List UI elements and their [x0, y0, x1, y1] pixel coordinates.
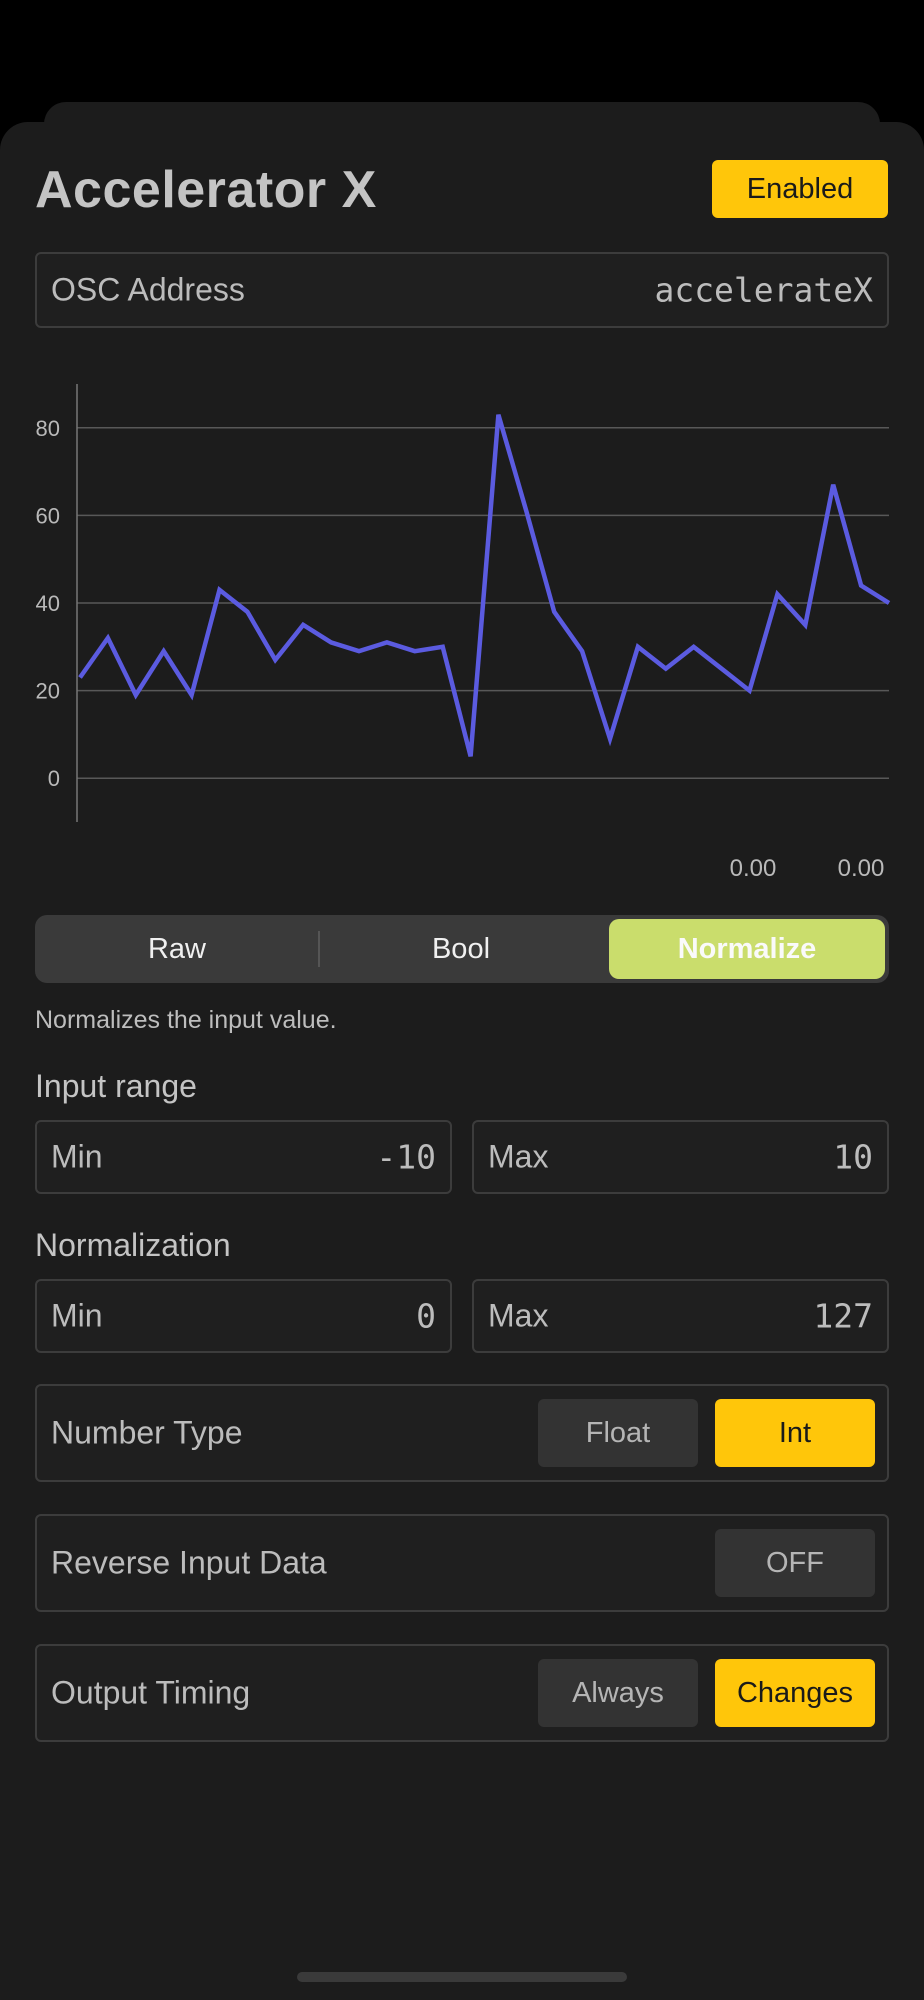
home-indicator [297, 1972, 627, 1982]
input-max-value[interactable]: 10 [833, 1138, 873, 1177]
osc-address-label: OSC Address [51, 271, 245, 308]
number-type-int-button[interactable]: Int [715, 1399, 875, 1467]
number-type-row: Number Type Float Int [35, 1384, 889, 1482]
input-min-value[interactable]: -10 [376, 1138, 436, 1177]
reverse-input-toggle[interactable]: OFF [715, 1529, 875, 1597]
normalization-min-field[interactable]: Min 0 [35, 1279, 452, 1353]
output-timing-row: Output Timing Always Changes [35, 1644, 889, 1742]
reverse-input-row: Reverse Input Data OFF [35, 1514, 889, 1612]
enabled-toggle-button[interactable]: Enabled [712, 160, 888, 218]
y-tick-label: 20 [36, 679, 60, 704]
mode-option-raw[interactable]: Raw [39, 919, 315, 979]
number-type-label: Number Type [51, 1414, 243, 1451]
y-tick-labels: 80 60 40 20 0 [36, 416, 60, 791]
osc-address-field[interactable]: OSC Address accelerateX [35, 252, 889, 328]
readout-value-1: 0.00 [730, 855, 777, 882]
input-max-label: Max [488, 1138, 549, 1175]
normalization-title: Normalization [35, 1227, 231, 1263]
osc-address-value[interactable]: accelerateX [654, 271, 873, 310]
mode-segmented-control: Raw Bool Normalize [35, 915, 889, 983]
output-timing-label: Output Timing [51, 1674, 251, 1711]
output-timing-changes-button[interactable]: Changes [715, 1659, 875, 1727]
output-timing-always-button[interactable]: Always [538, 1659, 698, 1727]
page-title: Accelerator X [35, 161, 377, 219]
signal-chart: 80 60 40 20 0 0.00 0.00 [36, 384, 891, 882]
reverse-input-label: Reverse Input Data [51, 1544, 327, 1581]
input-range-title: Input range [35, 1068, 197, 1104]
input-min-label: Min [51, 1138, 103, 1175]
mode-option-bool[interactable]: Bool [323, 919, 599, 979]
normalization-max-field[interactable]: Max 127 [472, 1279, 889, 1353]
normalization-min-value[interactable]: 0 [416, 1297, 436, 1336]
series-line [78, 414, 891, 757]
input-max-field[interactable]: Max 10 [472, 1120, 889, 1194]
y-tick-label: 80 [36, 416, 60, 441]
normalization-max-label: Max [488, 1297, 549, 1334]
mode-description: Normalizes the input value. [35, 1006, 337, 1034]
y-tick-label: 60 [36, 503, 60, 528]
y-tick-label: 0 [48, 766, 60, 791]
y-tick-label: 40 [36, 591, 60, 616]
segment-divider [318, 931, 320, 967]
input-min-field[interactable]: Min -10 [35, 1120, 452, 1194]
normalization-min-label: Min [51, 1297, 103, 1334]
number-type-float-button[interactable]: Float [538, 1399, 698, 1467]
mode-option-normalize[interactable]: Normalize [609, 919, 885, 979]
normalization-max-value[interactable]: 127 [813, 1297, 873, 1336]
readout-value-2: 0.00 [838, 855, 885, 882]
